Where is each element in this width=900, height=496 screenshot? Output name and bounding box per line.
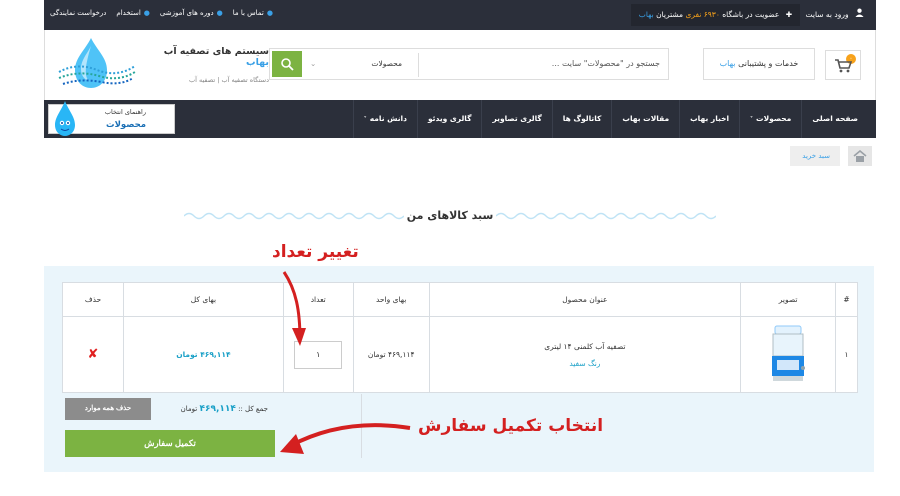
arrowhead-quantity-icon xyxy=(292,328,306,346)
arrowhead-checkout-icon xyxy=(280,434,304,454)
annotation-change-quantity: تغییر تعداد xyxy=(272,242,359,262)
arrow-to-checkout-icon xyxy=(289,423,411,448)
annotation-checkout: انتخاب تکمیل سفارش xyxy=(418,416,604,436)
